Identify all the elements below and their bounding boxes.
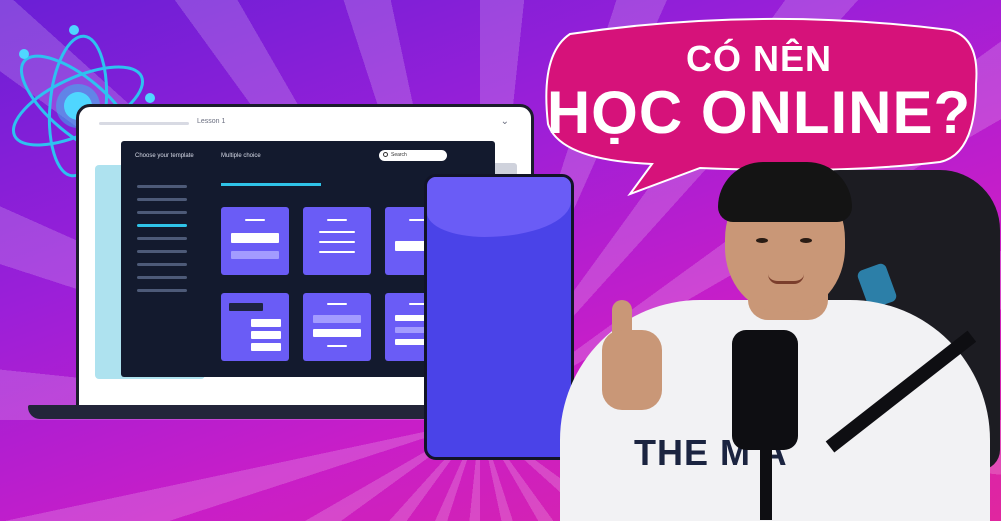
search-placeholder: Search bbox=[391, 152, 407, 158]
bubble-line-1: CÓ NÊN bbox=[685, 38, 832, 79]
speech-bubble: CÓ NÊN HỌC ONLINE? bbox=[540, 14, 978, 197]
person-eye bbox=[756, 238, 768, 243]
menu-item[interactable] bbox=[137, 289, 187, 292]
person-eye bbox=[800, 238, 812, 243]
menu-item-active[interactable] bbox=[137, 224, 187, 227]
main-heading: Multiple choice bbox=[221, 153, 261, 159]
template-card[interactable] bbox=[221, 293, 289, 361]
person-smile bbox=[768, 274, 804, 284]
lesson-header: Lesson 1 ⌄ bbox=[89, 115, 519, 135]
search-input[interactable]: Search bbox=[379, 150, 447, 161]
menu-item[interactable] bbox=[137, 276, 187, 279]
template-card[interactable] bbox=[303, 293, 371, 361]
menu-item[interactable] bbox=[137, 211, 187, 214]
bubble-line-2: HỌC ONLINE? bbox=[546, 79, 972, 146]
microphone-stand bbox=[760, 440, 772, 520]
chevron-down-icon[interactable]: ⌄ bbox=[501, 116, 509, 127]
lesson-title: Lesson 1 bbox=[197, 118, 226, 125]
breadcrumb-line bbox=[99, 122, 189, 125]
microphone bbox=[732, 330, 798, 450]
menu-item[interactable] bbox=[137, 263, 187, 266]
sidebar-heading: Choose your template bbox=[135, 153, 194, 159]
menu-item[interactable] bbox=[137, 250, 187, 253]
template-card[interactable] bbox=[303, 207, 371, 275]
person-hair bbox=[718, 162, 852, 222]
search-icon bbox=[383, 152, 388, 157]
progress-bar bbox=[221, 183, 321, 186]
menu-item[interactable] bbox=[137, 198, 187, 201]
thumbs-up-hand bbox=[602, 330, 662, 410]
template-card[interactable] bbox=[221, 207, 289, 275]
menu-item[interactable] bbox=[137, 237, 187, 240]
menu-item[interactable] bbox=[137, 185, 187, 188]
phone-mockup bbox=[424, 174, 574, 460]
